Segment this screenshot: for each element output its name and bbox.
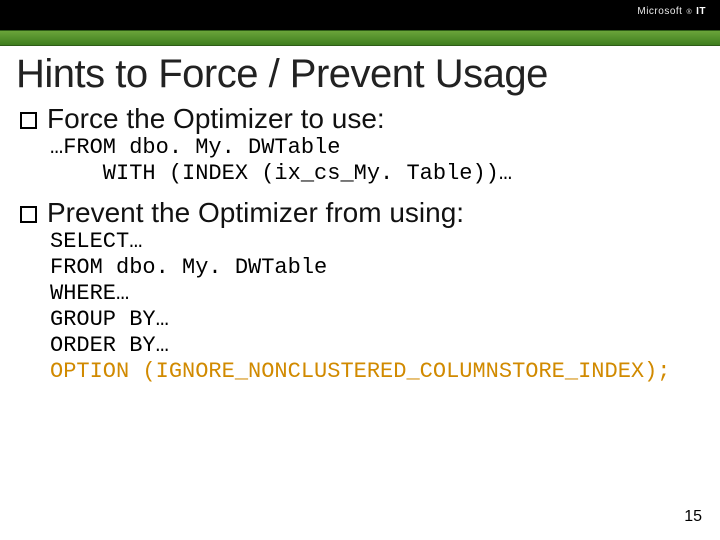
code-prevent-highlight: OPTION (IGNORE_NONCLUSTERED_COLUMNSTORE_… bbox=[50, 359, 671, 384]
code-prevent: SELECT… FROM dbo. My. DWTable WHERE… GRO… bbox=[50, 229, 700, 385]
bullet-prevent: Prevent the Optimizer from using: bbox=[20, 197, 700, 229]
brand-reg: ® bbox=[686, 9, 692, 16]
square-bullet-icon bbox=[20, 206, 37, 223]
brand-text-right: IT bbox=[696, 6, 706, 17]
brand-text-left: Microsoft bbox=[637, 6, 682, 17]
header-bar: Microsoft ® IT bbox=[0, 0, 720, 30]
brand-logo: Microsoft ® IT bbox=[637, 6, 706, 17]
bullet-force-text: Force the Optimizer to use: bbox=[47, 103, 385, 135]
bullet-force: Force the Optimizer to use: bbox=[20, 103, 700, 135]
accent-bar bbox=[0, 30, 720, 46]
slide-content: Force the Optimizer to use: …FROM dbo. M… bbox=[20, 103, 700, 385]
square-bullet-icon bbox=[20, 112, 37, 129]
bullet-prevent-text: Prevent the Optimizer from using: bbox=[47, 197, 464, 229]
page-number: 15 bbox=[684, 508, 702, 526]
code-prevent-plain: SELECT… FROM dbo. My. DWTable WHERE… GRO… bbox=[50, 229, 327, 358]
slide-title: Hints to Force / Prevent Usage bbox=[16, 52, 720, 97]
code-force: …FROM dbo. My. DWTable WITH (INDEX (ix_c… bbox=[50, 135, 700, 187]
